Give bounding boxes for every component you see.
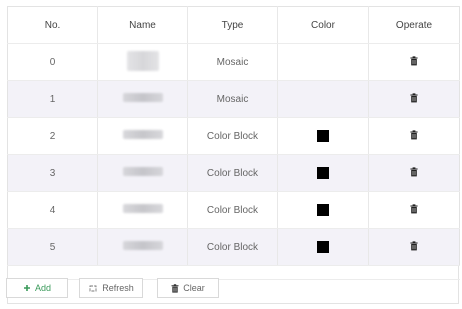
color-swatch[interactable] [317, 204, 329, 216]
redacted-name [122, 130, 163, 139]
cell-type: Color Block [187, 228, 278, 266]
cell-type: Color Block [187, 191, 278, 229]
cell-name [97, 154, 188, 192]
cell-color [277, 191, 369, 229]
table-row: 3 Color Block [7, 154, 460, 192]
header-type: Type [187, 6, 278, 44]
header-operate: Operate [368, 6, 460, 44]
color-swatch[interactable] [317, 241, 329, 253]
plus-icon [23, 284, 31, 292]
redacted-name [122, 241, 163, 250]
cell-color [277, 43, 369, 81]
trash-icon[interactable] [410, 92, 418, 106]
clear-button-label: Clear [183, 283, 205, 293]
cell-type: Mosaic [187, 80, 278, 118]
color-swatch[interactable] [317, 130, 329, 142]
add-button[interactable]: Add [6, 278, 68, 298]
cell-operate [368, 228, 460, 266]
cell-operate [368, 117, 460, 155]
cell-operate [368, 154, 460, 192]
trash-icon[interactable] [410, 203, 418, 217]
table-row: 5 Color Block [7, 228, 460, 266]
cell-type: Mosaic [187, 43, 278, 81]
redacted-name [122, 204, 163, 213]
cell-color [277, 117, 369, 155]
cell-color [277, 154, 369, 192]
cell-color [277, 228, 369, 266]
refresh-button-label: Refresh [102, 283, 134, 293]
cell-no: 1 [7, 80, 98, 118]
cell-name [97, 80, 188, 118]
cell-name [97, 191, 188, 229]
add-button-label: Add [34, 283, 51, 293]
header-no: No. [7, 6, 98, 44]
header-color: Color [277, 6, 369, 44]
trash-icon[interactable] [410, 55, 418, 69]
cell-no: 4 [7, 191, 98, 229]
trash-icon [171, 283, 179, 293]
cell-no: 2 [7, 117, 98, 155]
mask-list-panel: No. Name Type Color Operate 0 Mosaic 1 Mosa… [7, 6, 460, 304]
cell-type: Color Block [187, 117, 278, 155]
redacted-name [122, 167, 163, 176]
table-row: 0 Mosaic [7, 43, 460, 81]
header-name: Name [97, 6, 188, 44]
color-swatch[interactable] [317, 167, 329, 179]
refresh-icon [88, 284, 98, 293]
cell-name [97, 117, 188, 155]
table-row: 1 Mosaic [7, 80, 460, 118]
clear-button[interactable]: Clear [157, 278, 219, 298]
redacted-name [126, 50, 159, 71]
cell-name [97, 43, 188, 81]
cell-no: 5 [7, 228, 98, 266]
redacted-name [122, 93, 163, 102]
table-row: 4 Color Block [7, 191, 460, 229]
table-row: 2 Color Block [7, 117, 460, 155]
cell-name [97, 228, 188, 266]
table-header-row: No. Name Type Color Operate [7, 6, 460, 44]
refresh-button[interactable]: Refresh [79, 278, 143, 298]
cell-no: 3 [7, 154, 98, 192]
trash-icon[interactable] [410, 240, 418, 254]
cell-operate [368, 43, 460, 81]
trash-icon[interactable] [410, 129, 418, 143]
cell-operate [368, 191, 460, 229]
cell-operate [368, 80, 460, 118]
cell-type: Color Block [187, 154, 278, 192]
mask-table: No. Name Type Color Operate 0 Mosaic 1 Mosa… [7, 6, 460, 266]
trash-icon[interactable] [410, 166, 418, 180]
footer-divider [8, 279, 460, 280]
cell-no: 0 [7, 43, 98, 81]
cell-color [277, 80, 369, 118]
